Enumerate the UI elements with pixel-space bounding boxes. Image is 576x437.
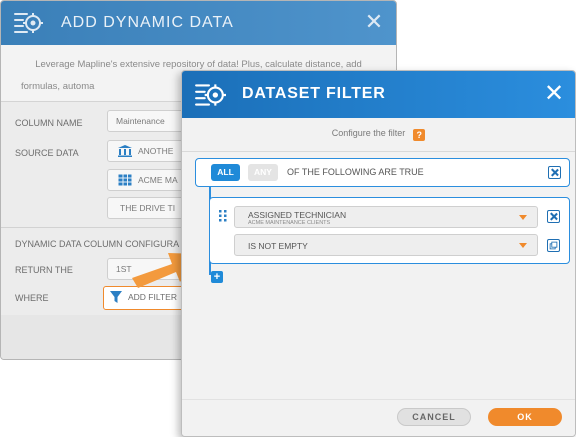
group-condition-label: OF THE FOLLOWING ARE TRUE	[287, 167, 424, 177]
header-separator	[182, 151, 575, 152]
dataset-filter-title: DATASET FILTER	[242, 85, 386, 102]
dataset-filter-dialog: DATASET FILTER ✕ Configure the filter? A…	[181, 70, 576, 437]
match-all-toggle[interactable]: ALL	[211, 164, 240, 181]
cancel-button[interactable]: CANCEL	[397, 408, 471, 426]
description-line: Leverage Mapline's extensive repository …	[35, 59, 362, 70]
source-option-label: ANOTHE	[138, 146, 174, 156]
database-settings-icon	[14, 13, 43, 33]
column-name-label: COLUMN NAME	[15, 118, 83, 128]
add-condition-button[interactable]: +	[211, 271, 223, 283]
dataset-filter-footer: CANCEL OK	[182, 399, 575, 436]
where-label: WHERE	[15, 293, 49, 303]
remove-condition-icon[interactable]	[547, 210, 560, 223]
filter-group: ALL ANY OF THE FOLLOWING ARE TRUE	[195, 158, 570, 187]
bank-icon	[118, 145, 132, 157]
condition-operator-select[interactable]: IS NOT EMPTY	[234, 234, 538, 256]
table-icon	[118, 174, 132, 186]
dataset-filter-header: DATASET FILTER ✕	[182, 71, 575, 118]
dataset-filter-subtitle: Configure the filter?	[182, 128, 575, 141]
chevron-down-icon	[519, 215, 527, 220]
filter-condition: ASSIGNED TECHNICIAN ACME MAINTENANCE CLI…	[209, 197, 570, 264]
match-any-toggle[interactable]: ANY	[248, 164, 278, 181]
source-option-label: THE DRIVE TI	[120, 203, 176, 213]
dataset-filter-close-icon[interactable]: ✕	[542, 82, 566, 106]
help-icon[interactable]: ?	[413, 129, 426, 141]
subtitle-text: Configure the filter	[331, 128, 406, 138]
source-data-label: SOURCE DATA	[15, 148, 79, 158]
add-dynamic-data-header: ADD DYNAMIC DATA ✕	[1, 1, 396, 45]
chevron-down-icon	[519, 243, 527, 248]
source-option-label: ACME MA	[138, 175, 178, 185]
duplicate-condition-icon[interactable]	[547, 239, 560, 252]
condition-field-label: ASSIGNED TECHNICIAN	[248, 210, 347, 220]
database-settings-icon	[195, 84, 226, 106]
return-the-label: RETURN THE	[15, 265, 73, 275]
add-dynamic-data-title: ADD DYNAMIC DATA	[61, 14, 234, 31]
condition-field-select[interactable]: ASSIGNED TECHNICIAN ACME MAINTENANCE CLI…	[234, 206, 538, 228]
remove-group-icon[interactable]	[548, 166, 561, 179]
add-dynamic-data-close-icon[interactable]: ✕	[363, 10, 385, 34]
condition-field-source: ACME MAINTENANCE CLIENTS	[248, 220, 331, 226]
drag-handle-icon[interactable]	[219, 210, 227, 222]
filter-funnel-icon	[110, 291, 122, 303]
ok-button[interactable]: OK	[488, 408, 562, 426]
condition-operator-label: IS NOT EMPTY	[248, 241, 308, 251]
